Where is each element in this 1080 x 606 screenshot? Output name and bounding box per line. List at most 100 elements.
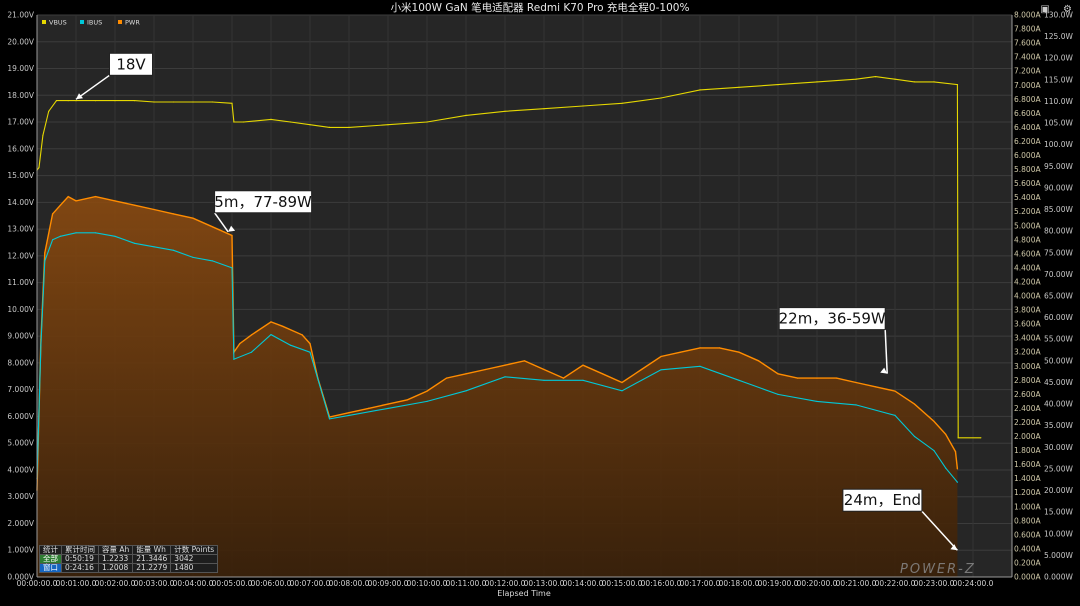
x-tick-label: 00:23:00.0 xyxy=(914,579,955,588)
series-vbus-point xyxy=(699,89,701,91)
stats-cell: 21.2279 xyxy=(132,563,172,573)
x-tick-label: 00:01:00.0 xyxy=(56,579,97,588)
series-vbus-point xyxy=(231,102,233,104)
series-pwr-point xyxy=(387,403,389,405)
x-tick-label: 00:13:00.0 xyxy=(524,579,565,588)
callout-label: 18V xyxy=(116,55,146,73)
series-pwr-point xyxy=(133,204,136,206)
x-tick-label: 00:17:00.0 xyxy=(680,579,721,588)
y-tick-label-current: 0.200A xyxy=(1014,558,1041,567)
y-tick-label-voltage: 4.000V xyxy=(7,465,34,474)
series-vbus-point xyxy=(913,81,916,83)
y-tick-label-power: 70.00W xyxy=(1044,270,1073,279)
series-vbus-point xyxy=(738,86,740,88)
x-tick-label: 00:02:00.0 xyxy=(95,579,136,588)
y-tick-label-power: 30.00W xyxy=(1044,443,1073,452)
x-tick-label: 00:00:00.0 xyxy=(17,579,58,588)
series-pwr-point xyxy=(601,373,604,375)
chart-title: 小米100W GaN 笔电适配器 Redmi K70 Pro 充电全程0-100… xyxy=(391,1,690,14)
x-tick-label: 00:11:00.0 xyxy=(446,579,487,588)
y-tick-label-power: 95.00W xyxy=(1044,162,1073,171)
y-tick-label-voltage: 15.00V xyxy=(7,171,34,180)
y-tick-label-voltage: 18.00V xyxy=(7,91,34,100)
y-tick-label-current: 6.800A xyxy=(1014,95,1041,104)
series-pwr-point xyxy=(309,343,311,345)
y-tick-label-current: 7.000A xyxy=(1014,81,1041,90)
callout-label: 5m，77-89W xyxy=(214,193,312,211)
y-tick-label-current: 2.400A xyxy=(1014,404,1041,413)
y-tick-label-voltage: 14.00V xyxy=(7,198,34,207)
series-pwr-point xyxy=(192,217,194,219)
series-ibus-point xyxy=(855,404,857,406)
series-pwr-point xyxy=(406,399,409,401)
series-vbus-point xyxy=(348,126,350,128)
y-tick-label-current: 3.400A xyxy=(1014,334,1041,343)
y-tick-label-power: 5.000W xyxy=(1044,551,1073,560)
y-tick-label-voltage: 6.000V xyxy=(7,412,34,421)
y-tick-label-power: 35.00W xyxy=(1044,421,1073,430)
y-tick-label-voltage: 20.00V xyxy=(7,37,34,46)
series-pwr-point xyxy=(543,368,545,371)
series-pwr-point xyxy=(640,368,643,371)
series-pwr-point xyxy=(367,407,370,409)
series-vbus-point xyxy=(980,437,982,439)
y-tick-label-current: 1.600A xyxy=(1014,460,1041,469)
series-pwr-point xyxy=(231,234,233,237)
stats-cell: 0:24:16 xyxy=(61,563,99,573)
series-pwr-point xyxy=(282,325,284,327)
y-tick-label-current: 4.400A xyxy=(1014,263,1041,272)
chart: 0.000V1.000V2.000V3.000V4.000V5.000V6.00… xyxy=(0,0,1080,606)
y-tick-label-voltage: 12.00V xyxy=(7,251,34,260)
series-vbus-point xyxy=(94,100,97,102)
series-ibus-point xyxy=(348,414,350,416)
x-tick-label: 00:19:00.0 xyxy=(758,579,799,588)
series-ibus-point xyxy=(913,435,916,438)
stats-row-window: 窗口 0:24:16 1.2008 21.2279 1480 xyxy=(39,563,219,573)
series-ibus-point xyxy=(894,414,896,416)
camera-icon[interactable]: ▣ xyxy=(1040,4,1049,15)
y-tick-label-current: 4.000A xyxy=(1014,292,1041,301)
x-tick-label: 00:24:00.0 xyxy=(953,579,994,588)
x-tick-label: 00:03:00.0 xyxy=(134,579,175,588)
series-pwr-point xyxy=(757,360,760,362)
y-tick-label-current: 4.800A xyxy=(1014,235,1041,244)
y-tick-label-power: 10.00W xyxy=(1044,529,1073,538)
series-vbus-point xyxy=(328,126,331,128)
series-ibus-point xyxy=(956,481,959,483)
y-tick-label-power: 40.00W xyxy=(1044,400,1073,409)
y-tick-label-current: 5.400A xyxy=(1014,193,1041,202)
series-vbus-point xyxy=(933,81,935,83)
y-tick-label-current: 6.200A xyxy=(1014,137,1041,146)
series-vbus-point xyxy=(621,102,623,104)
series-ibus-point xyxy=(699,365,701,367)
stats-cell: 1.2008 xyxy=(97,563,134,573)
series-vbus-point xyxy=(387,124,389,126)
legend-label: VBUS xyxy=(49,19,67,27)
series-pwr-point xyxy=(172,213,175,215)
series-vbus-point xyxy=(75,100,77,102)
y-tick-label-current: 7.800A xyxy=(1014,25,1041,34)
series-ibus-point xyxy=(211,260,214,262)
y-tick-label-power: 120.0W xyxy=(1044,54,1073,63)
series-vbus-point xyxy=(114,100,116,102)
series-pwr-point xyxy=(504,364,506,366)
y-tick-label-current: 2.200A xyxy=(1014,418,1041,427)
series-pwr-point xyxy=(582,364,584,366)
y-tick-label-power: 55.00W xyxy=(1044,335,1073,344)
series-vbus-point xyxy=(211,101,214,103)
y-tick-label-power: 0.000W xyxy=(1044,573,1073,582)
series-ibus-point xyxy=(270,334,272,336)
y-tick-label-current: 6.000A xyxy=(1014,151,1041,160)
series-vbus-point xyxy=(38,166,40,169)
series-pwr-point xyxy=(484,368,487,371)
y-tick-label-current: 1.400A xyxy=(1014,474,1041,483)
y-tick-label-voltage: 1.000V xyxy=(7,546,34,555)
series-ibus-point xyxy=(426,400,428,402)
series-vbus-point xyxy=(465,114,467,116)
series-pwr-point xyxy=(954,451,957,453)
y-tick-label-voltage: 17.00V xyxy=(7,118,34,127)
y-tick-label-voltage: 13.00V xyxy=(7,225,34,234)
x-tick-label: 00:18:00.0 xyxy=(719,579,760,588)
series-vbus-point xyxy=(67,100,69,102)
gear-icon[interactable]: ⚙ xyxy=(1063,4,1072,15)
